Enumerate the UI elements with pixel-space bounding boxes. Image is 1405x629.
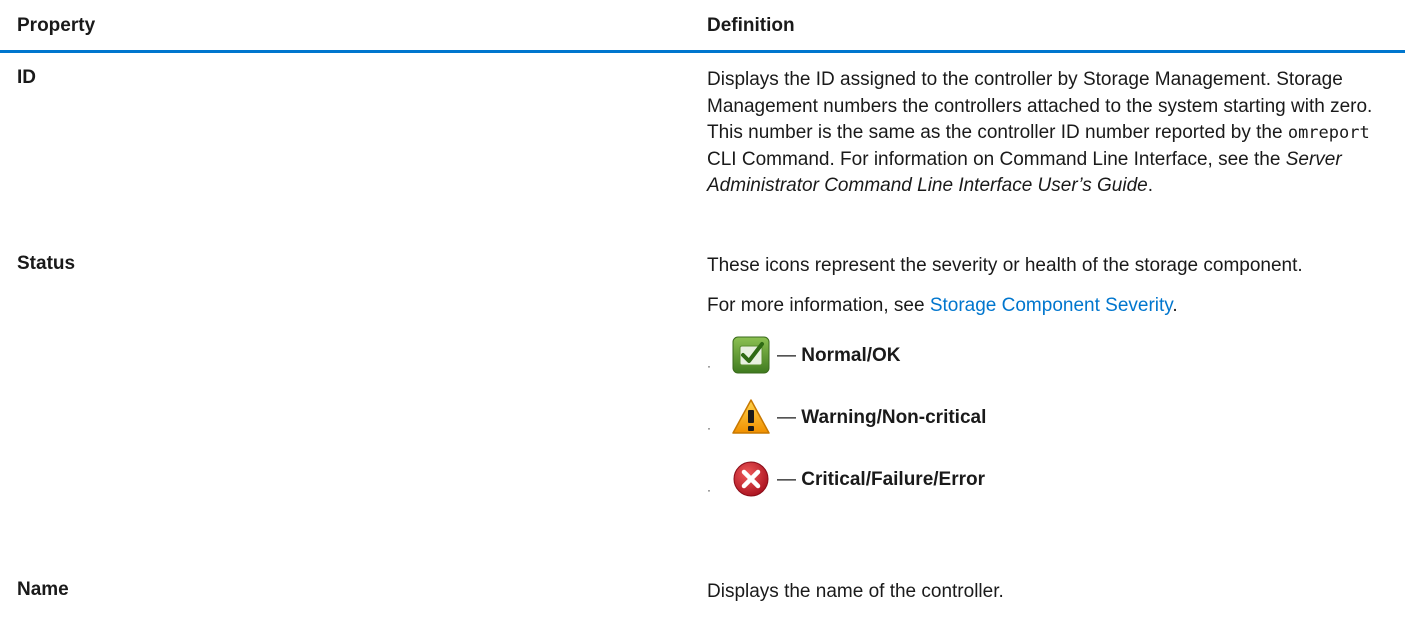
property-status: Status — [17, 253, 76, 274]
severity-label: — Normal/OK — [777, 345, 901, 367]
dash: — — [777, 406, 796, 428]
check-icon — [731, 335, 771, 375]
severity-list: · — Normal/OK · — Warning/Non-critical ·… — [707, 333, 1397, 505]
definition-id: Displays the ID assigned to the controll… — [707, 67, 1397, 200]
dash: — — [777, 468, 796, 490]
omreport-code: omreport — [1287, 123, 1370, 143]
warning-icon — [731, 397, 771, 437]
list-item: · — [707, 333, 1397, 381]
severity-label: — Warning/Non-critical — [777, 407, 986, 429]
definition-name: Displays the name of the controller. — [707, 581, 1004, 602]
more-info-prefix: For more information, see — [707, 294, 930, 316]
property-name: Name — [17, 579, 69, 600]
header-property: Property — [17, 15, 96, 36]
status-more-info: For more information, see Storage Compon… — [707, 293, 1397, 319]
property-table: Property Definition ID Displays the ID a… — [0, 0, 1405, 629]
table-row-status: Status These icons represent the severit… — [0, 241, 1405, 569]
severity-normal: Normal/OK — [801, 344, 901, 366]
property-id: ID — [17, 67, 36, 88]
definition-id-text1: Displays the ID assigned to the controll… — [707, 69, 1373, 143]
list-item: · — Critical/Failure/Error — [707, 457, 1397, 505]
severity-warning: Warning/Non-critical — [801, 406, 987, 428]
status-intro: These icons represent the severity or he… — [707, 255, 1303, 276]
bullet: · — [707, 358, 711, 373]
definition-id-text3: . — [1147, 175, 1153, 196]
dash: — — [777, 344, 796, 366]
table-row-name: Name Displays the name of the controller… — [0, 569, 1405, 629]
header-definition: Definition — [707, 15, 795, 36]
more-info-suffix: . — [1172, 294, 1178, 316]
storage-component-severity-link[interactable]: Storage Component Severity — [930, 295, 1173, 316]
table-row-id: ID Displays the ID assigned to the contr… — [0, 53, 1405, 241]
table-header: Property Definition — [0, 0, 1405, 53]
error-icon — [731, 459, 771, 499]
severity-label: — Critical/Failure/Error — [777, 469, 985, 491]
severity-critical: Critical/Failure/Error — [801, 468, 986, 490]
definition-id-text2: CLI Command. For information on Command … — [707, 148, 1286, 170]
bullet: · — [707, 420, 711, 435]
definition-status: These icons represent the severity or he… — [707, 253, 1397, 505]
bullet: · — [707, 482, 711, 497]
list-item: · — [707, 395, 1397, 443]
